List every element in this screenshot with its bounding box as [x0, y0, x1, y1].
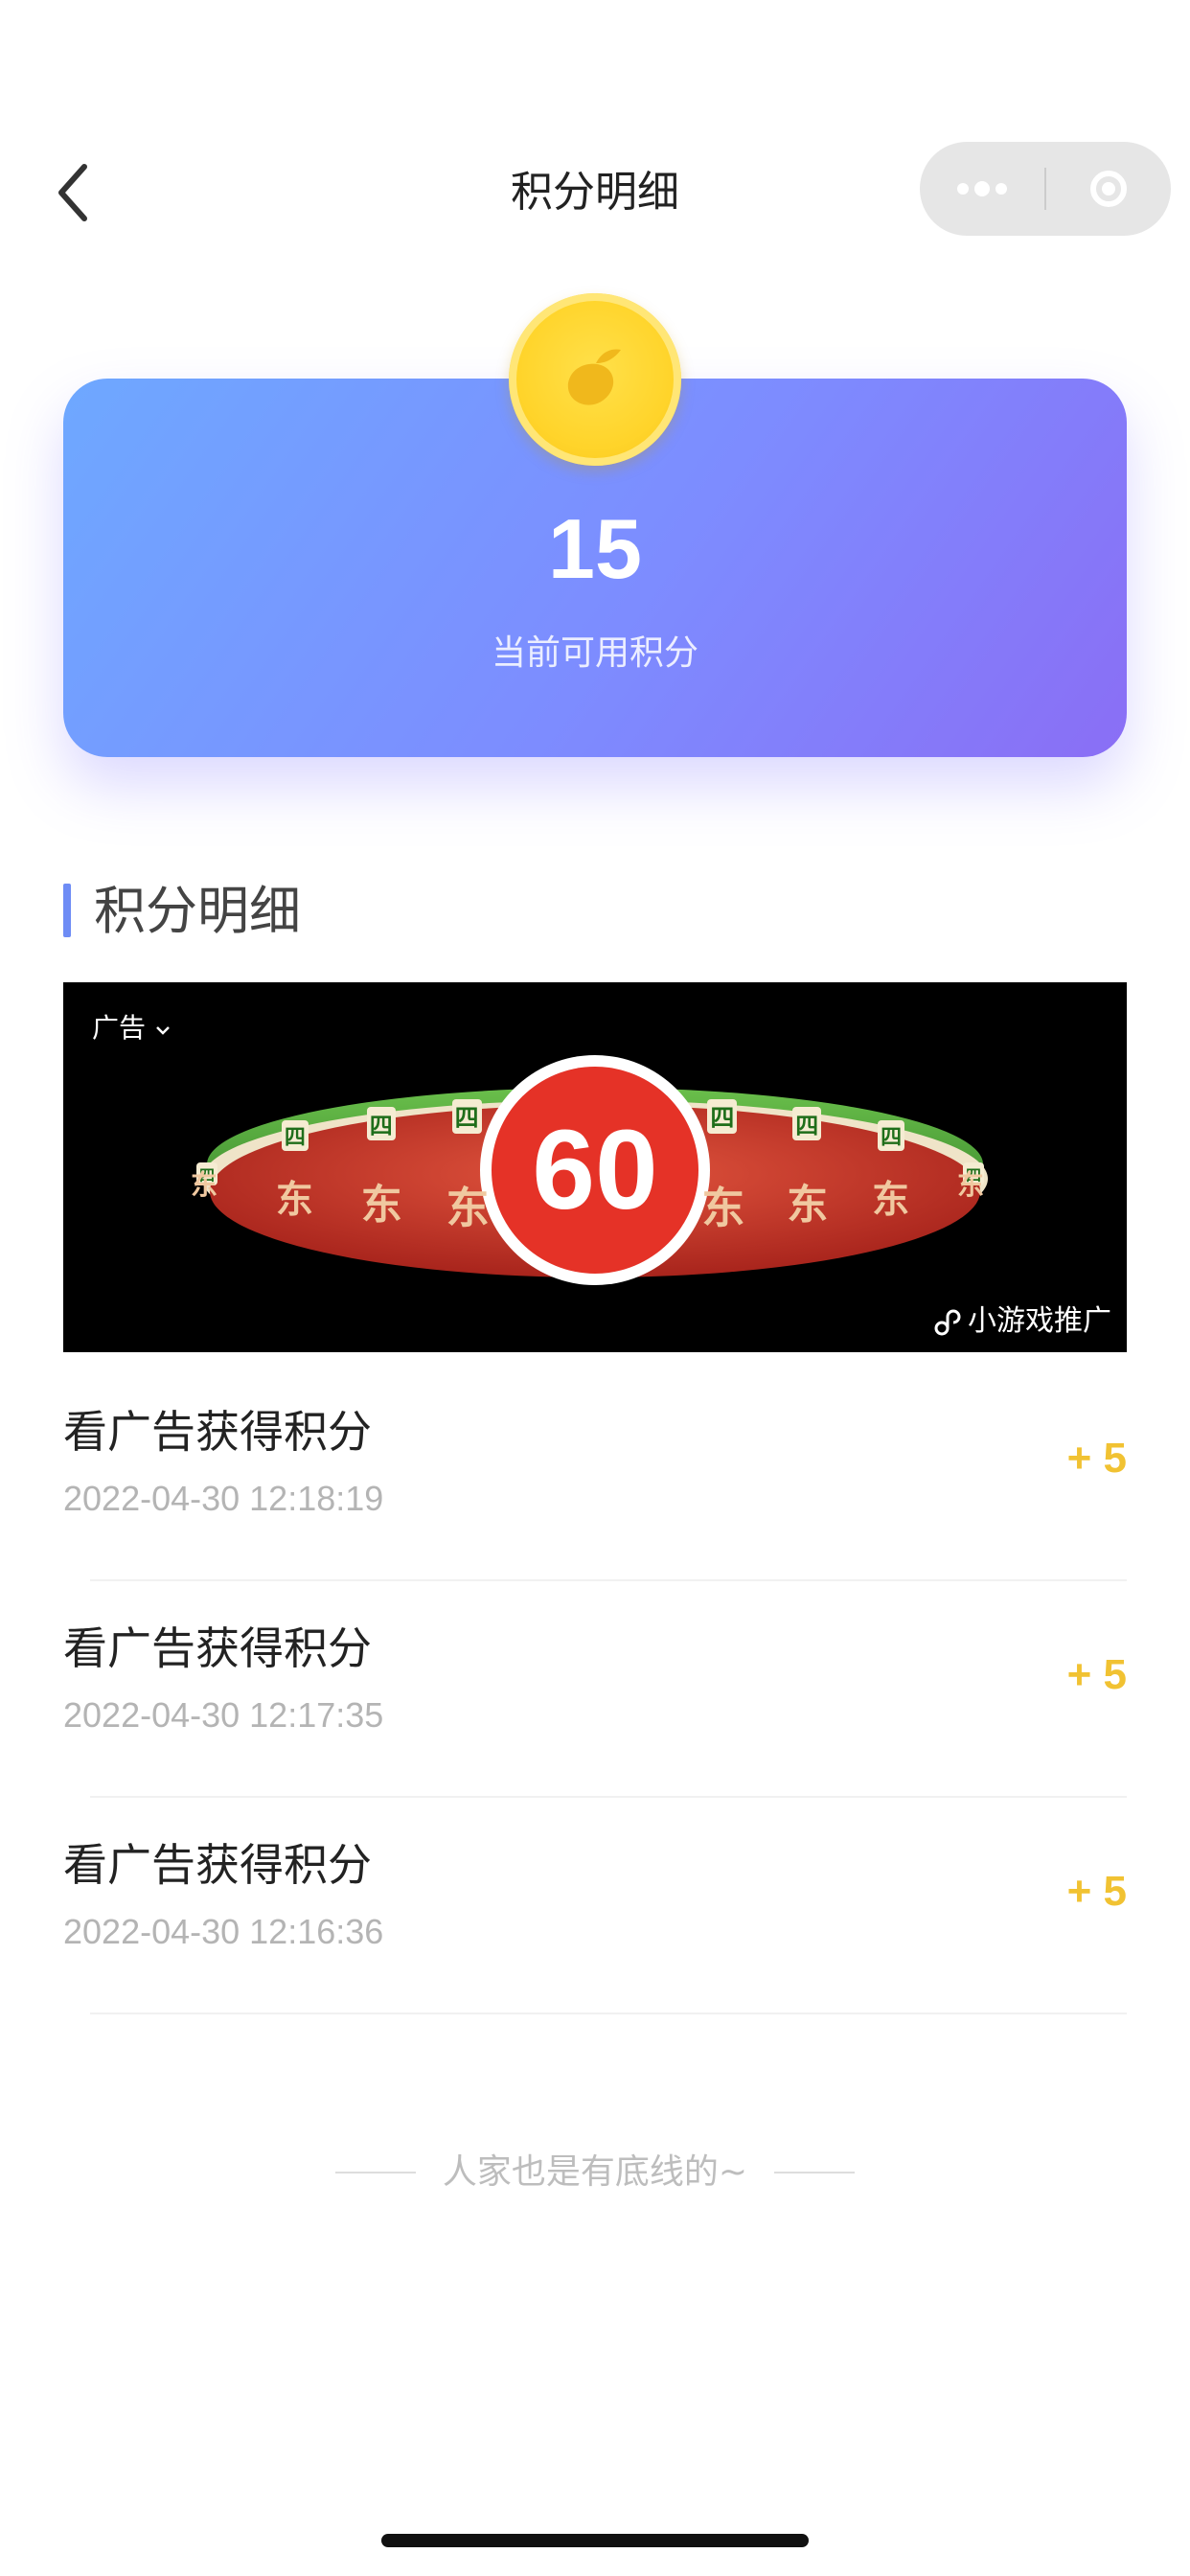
- mango-coin-icon: [509, 293, 681, 466]
- mahjong-tile-top: 四: [366, 1106, 396, 1140]
- record-points: + 5: [1066, 1651, 1127, 1698]
- mahjong-tile-bottom: 东: [275, 1178, 313, 1223]
- record-divider: [90, 2012, 1127, 2014]
- mahjong-tile-bottom: 东: [787, 1182, 829, 1230]
- record-points: + 5: [1066, 1435, 1127, 1482]
- home-indicator[interactable]: [381, 2534, 809, 2547]
- end-of-list-text: 人家也是有底线的~: [442, 2152, 748, 2192]
- record-time: 2022-04-30 12:17:35: [63, 1695, 384, 1735]
- ad-tag-label: 广告: [92, 1012, 147, 1044]
- mahjong-tile-top: 四: [878, 1120, 905, 1151]
- record-item: 看广告获得积分 2022-04-30 12:18:19 + 5: [63, 1365, 1127, 1581]
- points-label: 当前可用积分: [491, 633, 698, 673]
- ad-badge-number: 60: [532, 1107, 658, 1233]
- mahjong-tile-top: 四: [792, 1106, 822, 1140]
- record-time: 2022-04-30 12:18:19: [63, 1479, 384, 1518]
- more-button[interactable]: [920, 142, 1044, 236]
- ad-source: 小游戏推广: [931, 1300, 1111, 1343]
- ad-tag[interactable]: 广告: [92, 1009, 172, 1047]
- mahjong-tile-bottom: 东: [957, 1169, 985, 1201]
- ad-banner[interactable]: 四东四东四东四东四东四东四东四东 60 广告 小游戏推广: [63, 982, 1127, 1352]
- mango-icon: [567, 349, 621, 405]
- divider-line-left: [334, 2172, 416, 2174]
- section-title: 积分明细: [94, 881, 301, 941]
- chevron-left-icon: [58, 164, 87, 221]
- target-circle-icon: [1090, 171, 1127, 207]
- mahjong-tile-top: 四: [281, 1120, 309, 1151]
- record-points: + 5: [1066, 1868, 1127, 1915]
- section-accent-bar: [63, 884, 71, 937]
- mahjong-tile-bottom: 东: [191, 1169, 218, 1201]
- back-button[interactable]: [50, 159, 98, 226]
- chevron-down-icon: [156, 1026, 170, 1035]
- ad-source-label: 小游戏推广: [968, 1304, 1111, 1338]
- record-item: 看广告获得积分 2022-04-30 12:16:36 + 5: [63, 1798, 1127, 2014]
- record-item: 看广告获得积分 2022-04-30 12:17:35 + 5: [63, 1581, 1127, 1798]
- mahjong-tile-top: 四: [707, 1099, 738, 1134]
- record-title: 看广告获得积分: [63, 1839, 372, 1891]
- mini-game-link-icon: [934, 1309, 961, 1336]
- mahjong-tile-bottom: 东: [872, 1178, 910, 1223]
- record-time: 2022-04-30 12:16:36: [63, 1912, 384, 1951]
- mini-program-capsule: [920, 142, 1171, 236]
- end-of-list-note: 人家也是有底线的~: [0, 2149, 1190, 2196]
- points-detail-page: 积分明细 15 当前可用积分 积分明细 四 东 四 东 四 东 四 东 四 东 …: [0, 0, 1190, 2576]
- mahjong-tile-bottom: 东: [360, 1182, 402, 1230]
- more-dots-icon: [957, 181, 1007, 196]
- close-miniprogram-button[interactable]: [1046, 142, 1171, 236]
- divider-line-right: [774, 2172, 856, 2174]
- mahjong-tile-top: 四: [451, 1099, 482, 1134]
- points-value: 15: [548, 501, 642, 596]
- record-title: 看广告获得积分: [63, 1622, 372, 1674]
- record-title: 看广告获得积分: [63, 1406, 372, 1458]
